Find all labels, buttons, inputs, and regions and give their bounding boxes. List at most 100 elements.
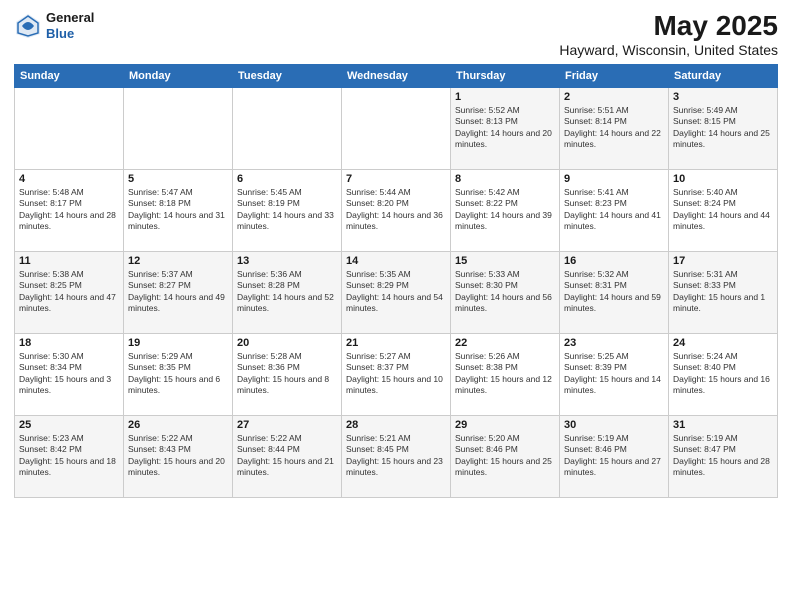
header-day-sunday: Sunday (15, 65, 124, 88)
calendar-cell: 26Sunrise: 5:22 AMSunset: 8:43 PMDayligh… (124, 416, 233, 498)
calendar-cell: 11 Sunrise: 5:38 AMSunset: 8:25 PMDayligh… (15, 252, 124, 334)
day-info: Sunrise: 5:25 AMSunset: 8:39 PMDaylight:… (564, 351, 664, 397)
calendar-cell (342, 88, 451, 170)
calendar-body: 1 Sunrise: 5:52 AMSunset: 8:13 PMDaylight… (15, 88, 778, 498)
calendar-cell: 28Sunrise: 5:21 AMSunset: 8:45 PMDayligh… (342, 416, 451, 498)
day-info: Sunrise: 5:29 AMSunset: 8:35 PMDaylight:… (128, 351, 228, 397)
page: General Blue May 2025 Hayward, Wisconsin… (0, 0, 792, 612)
day-info: Sunrise: 5:20 AMSunset: 8:46 PMDaylight:… (455, 433, 555, 479)
week-row-1: 1 Sunrise: 5:52 AMSunset: 8:13 PMDaylight… (15, 88, 778, 170)
calendar-cell: 10 Sunrise: 5:40 AMSunset: 8:24 PMDayligh… (669, 170, 778, 252)
header-day-friday: Friday (560, 65, 669, 88)
calendar-cell (124, 88, 233, 170)
calendar-cell: 13 Sunrise: 5:36 AMSunset: 8:28 PMDayligh… (233, 252, 342, 334)
day-info: Sunrise: 5:32 AMSunset: 8:31 PMDaylight:… (564, 269, 664, 315)
calendar-cell: 21 Sunrise: 5:27 AMSunset: 8:37 PMDayligh… (342, 334, 451, 416)
day-number: 20 (237, 337, 337, 349)
calendar-cell: 6Sunrise: 5:45 AMSunset: 8:19 PMDaylight… (233, 170, 342, 252)
day-number: 1 (455, 91, 555, 103)
calendar-cell: 8Sunrise: 5:42 AMSunset: 8:22 PMDaylight… (451, 170, 560, 252)
calendar-cell: 16 Sunrise: 5:32 AMSunset: 8:31 PMDayligh… (560, 252, 669, 334)
day-number: 11 (19, 255, 119, 267)
day-info: Sunrise: 5:51 AMSunset: 8:14 PMDaylight:… (564, 105, 664, 151)
day-info: Sunrise: 5:30 AMSunset: 8:34 PMDaylight:… (19, 351, 119, 397)
calendar-subtitle: Hayward, Wisconsin, United States (559, 42, 778, 58)
day-number: 2 (564, 91, 664, 103)
header-day-saturday: Saturday (669, 65, 778, 88)
calendar-cell: 20 Sunrise: 5:28 AMSunset: 8:36 PMDayligh… (233, 334, 342, 416)
calendar-cell: 30Sunrise: 5:19 AMSunset: 8:46 PMDayligh… (560, 416, 669, 498)
calendar-header: SundayMondayTuesdayWednesdayThursdayFrid… (15, 65, 778, 88)
day-number: 5 (128, 173, 228, 185)
logo-icon (14, 12, 42, 40)
day-number: 25 (19, 419, 119, 431)
calendar-cell: 4Sunrise: 5:48 AMSunset: 8:17 PMDaylight… (15, 170, 124, 252)
calendar-cell: 14Sunrise: 5:35 AMSunset: 8:29 PMDayligh… (342, 252, 451, 334)
calendar-cell: 17 Sunrise: 5:31 AMSunset: 8:33 PMDayligh… (669, 252, 778, 334)
day-info: Sunrise: 5:27 AMSunset: 8:37 PMDaylight:… (346, 351, 446, 397)
calendar-cell: 31 Sunrise: 5:19 AMSunset: 8:47 PMDayligh… (669, 416, 778, 498)
day-info: Sunrise: 5:23 AMSunset: 8:42 PMDaylight:… (19, 433, 119, 479)
day-info: Sunrise: 5:52 AMSunset: 8:13 PMDaylight:… (455, 105, 555, 151)
day-info: Sunrise: 5:31 AMSunset: 8:33 PMDaylight:… (673, 269, 773, 315)
day-number: 26 (128, 419, 228, 431)
calendar-cell: 12 Sunrise: 5:37 AMSunset: 8:27 PMDayligh… (124, 252, 233, 334)
day-number: 21 (346, 337, 446, 349)
day-number: 13 (237, 255, 337, 267)
day-info: Sunrise: 5:48 AMSunset: 8:17 PMDaylight:… (19, 187, 119, 233)
day-info: Sunrise: 5:41 AMSunset: 8:23 PMDaylight:… (564, 187, 664, 233)
day-info: Sunrise: 5:37 AMSunset: 8:27 PMDaylight:… (128, 269, 228, 315)
day-number: 29 (455, 419, 555, 431)
header: General Blue May 2025 Hayward, Wisconsin… (14, 10, 778, 58)
day-info: Sunrise: 5:45 AMSunset: 8:19 PMDaylight:… (237, 187, 337, 233)
day-info: Sunrise: 5:42 AMSunset: 8:22 PMDaylight:… (455, 187, 555, 233)
header-day-tuesday: Tuesday (233, 65, 342, 88)
calendar-cell: 2 Sunrise: 5:51 AMSunset: 8:14 PMDaylight… (560, 88, 669, 170)
calendar-cell: 9 Sunrise: 5:41 AMSunset: 8:23 PMDaylight… (560, 170, 669, 252)
day-number: 16 (564, 255, 664, 267)
calendar-cell: 24Sunrise: 5:24 AMSunset: 8:40 PMDayligh… (669, 334, 778, 416)
day-number: 15 (455, 255, 555, 267)
day-number: 23 (564, 337, 664, 349)
day-number: 27 (237, 419, 337, 431)
calendar-cell: 18 Sunrise: 5:30 AMSunset: 8:34 PMDayligh… (15, 334, 124, 416)
calendar-cell: 5Sunrise: 5:47 AMSunset: 8:18 PMDaylight… (124, 170, 233, 252)
header-day-monday: Monday (124, 65, 233, 88)
day-info: Sunrise: 5:36 AMSunset: 8:28 PMDaylight:… (237, 269, 337, 315)
calendar-cell: 22Sunrise: 5:26 AMSunset: 8:38 PMDayligh… (451, 334, 560, 416)
day-number: 31 (673, 419, 773, 431)
day-info: Sunrise: 5:44 AMSunset: 8:20 PMDaylight:… (346, 187, 446, 233)
day-number: 18 (19, 337, 119, 349)
calendar-table: SundayMondayTuesdayWednesdayThursdayFrid… (14, 64, 778, 498)
day-info: Sunrise: 5:33 AMSunset: 8:30 PMDaylight:… (455, 269, 555, 315)
day-number: 24 (673, 337, 773, 349)
day-info: Sunrise: 5:40 AMSunset: 8:24 PMDaylight:… (673, 187, 773, 233)
day-info: Sunrise: 5:21 AMSunset: 8:45 PMDaylight:… (346, 433, 446, 479)
calendar-cell: 3Sunrise: 5:49 AMSunset: 8:15 PMDaylight… (669, 88, 778, 170)
logo-general-text: General (46, 10, 94, 26)
calendar-cell: 27 Sunrise: 5:22 AMSunset: 8:44 PMDayligh… (233, 416, 342, 498)
week-row-5: 25 Sunrise: 5:23 AMSunset: 8:42 PMDayligh… (15, 416, 778, 498)
calendar-cell: 19Sunrise: 5:29 AMSunset: 8:35 PMDayligh… (124, 334, 233, 416)
day-number: 17 (673, 255, 773, 267)
day-info: Sunrise: 5:19 AMSunset: 8:46 PMDaylight:… (564, 433, 664, 479)
day-number: 7 (346, 173, 446, 185)
calendar-cell: 23 Sunrise: 5:25 AMSunset: 8:39 PMDayligh… (560, 334, 669, 416)
header-row: SundayMondayTuesdayWednesdayThursdayFrid… (15, 65, 778, 88)
calendar-cell: 15 Sunrise: 5:33 AMSunset: 8:30 PMDayligh… (451, 252, 560, 334)
week-row-4: 18 Sunrise: 5:30 AMSunset: 8:34 PMDayligh… (15, 334, 778, 416)
day-info: Sunrise: 5:49 AMSunset: 8:15 PMDaylight:… (673, 105, 773, 151)
day-info: Sunrise: 5:38 AMSunset: 8:25 PMDaylight:… (19, 269, 119, 315)
day-number: 12 (128, 255, 228, 267)
day-number: 9 (564, 173, 664, 185)
day-number: 10 (673, 173, 773, 185)
header-day-wednesday: Wednesday (342, 65, 451, 88)
calendar-cell (233, 88, 342, 170)
calendar-cell (15, 88, 124, 170)
day-info: Sunrise: 5:22 AMSunset: 8:44 PMDaylight:… (237, 433, 337, 479)
day-info: Sunrise: 5:28 AMSunset: 8:36 PMDaylight:… (237, 351, 337, 397)
calendar-cell: 7 Sunrise: 5:44 AMSunset: 8:20 PMDaylight… (342, 170, 451, 252)
day-info: Sunrise: 5:19 AMSunset: 8:47 PMDaylight:… (673, 433, 773, 479)
calendar-cell: 29 Sunrise: 5:20 AMSunset: 8:46 PMDayligh… (451, 416, 560, 498)
title-block: May 2025 Hayward, Wisconsin, United Stat… (559, 10, 778, 58)
